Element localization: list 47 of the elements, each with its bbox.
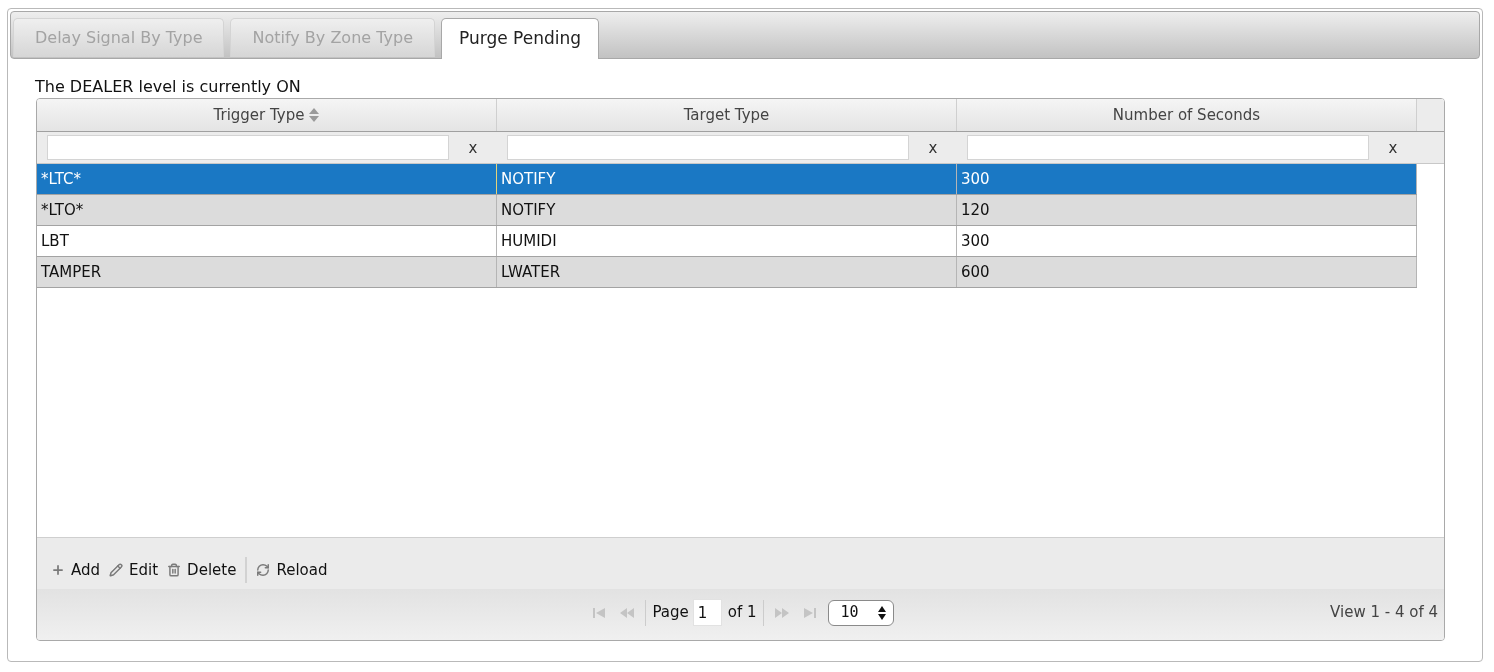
page-count: of 1: [727, 602, 757, 624]
delete-button[interactable]: Delete: [167, 557, 237, 583]
table-cell: HUMIDI: [497, 226, 957, 256]
table-row[interactable]: *LTC* NOTIFY 300: [37, 164, 1417, 195]
status-message: The DEALER level is currently ON: [35, 77, 302, 97]
table-cell: NOTIFY: [497, 195, 957, 225]
clear-filter-button[interactable]: x: [909, 137, 957, 158]
table-cell: LWATER: [497, 257, 957, 287]
last-page-icon: [803, 607, 816, 618]
refresh-icon: [256, 563, 271, 577]
filter-input[interactable]: [507, 135, 909, 160]
column-title: Number of Seconds: [1112, 104, 1261, 126]
plus-icon: [51, 563, 65, 577]
table-cell: 300: [957, 226, 1417, 256]
page-size-select[interactable]: 10: [827, 599, 894, 626]
table-cell: TAMPER: [37, 257, 497, 287]
next-page-icon: [774, 607, 789, 618]
add-button[interactable]: Add: [51, 557, 101, 583]
first-page-icon: [593, 607, 606, 618]
column-header[interactable]: Trigger Type: [37, 99, 497, 131]
table-row[interactable]: LBT HUMIDI 300: [37, 226, 1417, 257]
filter-input[interactable]: [47, 135, 449, 160]
column-header[interactable]: Target Type: [497, 99, 957, 131]
clear-filter-button[interactable]: x: [1369, 137, 1417, 158]
column-title: Trigger Type: [213, 104, 305, 126]
column-title: Target Type: [683, 104, 770, 126]
table-cell: *LTO*: [37, 195, 497, 225]
clear-filter-button[interactable]: x: [449, 137, 497, 158]
page-label: Page: [652, 602, 689, 624]
table-cell: 300: [957, 164, 1417, 194]
table-row[interactable]: TAMPER LWATER 600: [37, 257, 1417, 288]
table-cell: LBT: [37, 226, 497, 256]
trash-icon: [167, 563, 182, 577]
updown-arrows-icon: [877, 605, 886, 620]
table-cell: *LTC*: [37, 164, 497, 194]
tab[interactable]: Purge Pending: [440, 18, 599, 59]
table-cell: NOTIFY: [497, 164, 957, 194]
reload-button[interactable]: Reload: [256, 557, 328, 583]
table-cell: 600: [957, 257, 1417, 287]
record-summary: View 1 - 4 of 4: [1330, 602, 1438, 624]
prev-page-icon: [620, 607, 635, 618]
pencil-icon: [109, 563, 124, 577]
edit-button[interactable]: Edit: [109, 557, 159, 583]
page-input[interactable]: 1: [692, 599, 722, 626]
table-row[interactable]: *LTO* NOTIFY 120: [37, 195, 1417, 226]
filter-input[interactable]: [967, 135, 1369, 160]
table-cell: 120: [957, 195, 1417, 225]
